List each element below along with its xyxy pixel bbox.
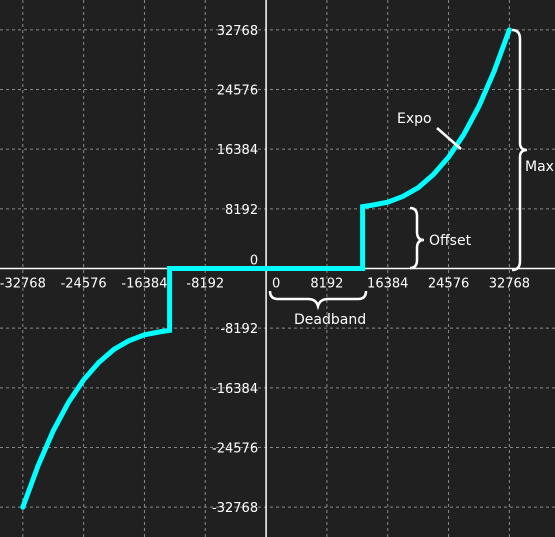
y-tick-label: 24576 (217, 84, 258, 99)
expo-label: Expo (397, 111, 432, 127)
y-tick-label: 16384 (217, 143, 258, 158)
offset-label: Offset (429, 233, 472, 249)
x-tick-label: 16384 (367, 277, 408, 292)
x-tick-label: -8192 (186, 277, 224, 292)
x-tick-label: -24576 (61, 277, 107, 292)
response-curve-chart: -32768 -24576 -16384 -8192 0 8192 16384 24576 32… (0, 0, 555, 537)
x-tick-label: 0 (272, 277, 280, 292)
y-tick-label: -32768 (212, 501, 258, 516)
max-label: Max (525, 159, 554, 175)
y-tick-label: -16384 (212, 382, 258, 397)
y-tick-label: -24576 (212, 442, 258, 457)
deadband-label: Deadband (294, 312, 366, 328)
y-tick-label: -8192 (220, 322, 258, 337)
x-tick-label: 32768 (489, 277, 530, 292)
y-tick-label: 8192 (225, 203, 258, 218)
x-tick-label: 24576 (428, 277, 469, 292)
x-tick-label: -16384 (121, 277, 167, 292)
x-tick-label: -32768 (0, 277, 46, 292)
y-tick-label: 32768 (217, 24, 258, 39)
x-tick-label: 8192 (310, 277, 343, 292)
